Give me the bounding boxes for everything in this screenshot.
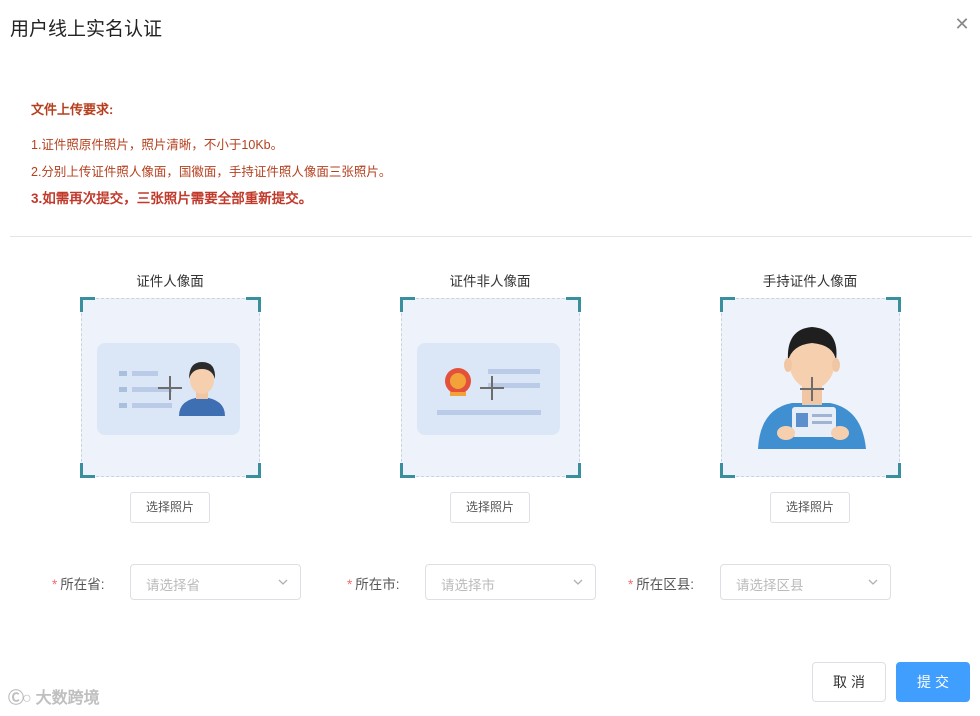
province-label: * 所在省: [52,573,105,593]
upload-area-portrait[interactable] [80,297,261,478]
id-card-emblem-icon [417,343,560,435]
required-star: * [347,577,353,592]
district-label: * 所在区县: [628,573,694,593]
district-placeholder: 请选择区县 [736,578,804,593]
watermark-text: 大数跨境 [35,690,100,707]
watermark: Ⓒ○ 大数跨境 [8,684,100,708]
province-select[interactable]: 请选择省 [130,564,301,600]
select-photo-button-emblem[interactable]: 选择照片 [450,492,530,523]
divider [10,236,972,237]
upload-title-portrait: 证件人像面 [136,274,204,289]
submit-button[interactable]: 提交 [896,662,970,702]
required-star: * [52,577,58,592]
upload-area-emblem[interactable] [400,297,581,478]
watermark-logo-icon: Ⓒ○ [8,690,32,707]
city-placeholder: 请选择市 [441,578,495,593]
upload-title-emblem: 证件非人像面 [449,274,531,289]
requirement-item-emphasis: 3.如需再次提交，三张照片需要全部重新提交。 [31,191,313,206]
requirement-item: 2.分别上传证件照人像面，国徽面，手持证件照人像面三张照片。 [31,165,392,179]
district-select[interactable]: 请选择区县 [720,564,891,600]
chevron-down-icon [278,579,288,585]
cancel-button[interactable]: 取消 [812,662,886,702]
upload-title-handheld: 手持证件人像面 [762,274,858,289]
chevron-down-icon [573,579,583,585]
required-star: * [628,577,634,592]
requirement-item: 1.证件照原件照片，照片清晰，不小于10Kb。 [31,138,284,152]
province-label-text: 所在省: [60,577,105,592]
close-icon[interactable]: ✕ [952,14,972,34]
page-title: 用户线上实名认证 [10,19,163,40]
province-placeholder: 请选择省 [146,578,200,593]
requirements-title: 文件上传要求: [31,102,114,117]
city-label-text: 所在市: [355,577,400,592]
chevron-down-icon [868,579,878,585]
upload-area-handheld[interactable] [720,297,901,478]
city-label: * 所在市: [347,573,400,593]
city-select[interactable]: 请选择市 [425,564,596,600]
select-photo-button-handheld[interactable]: 选择照片 [770,492,850,523]
person-holding-id-icon [758,327,866,449]
district-label-text: 所在区县: [636,577,695,592]
select-photo-button-portrait[interactable]: 选择照片 [130,492,210,523]
id-card-portrait-icon [97,343,240,435]
